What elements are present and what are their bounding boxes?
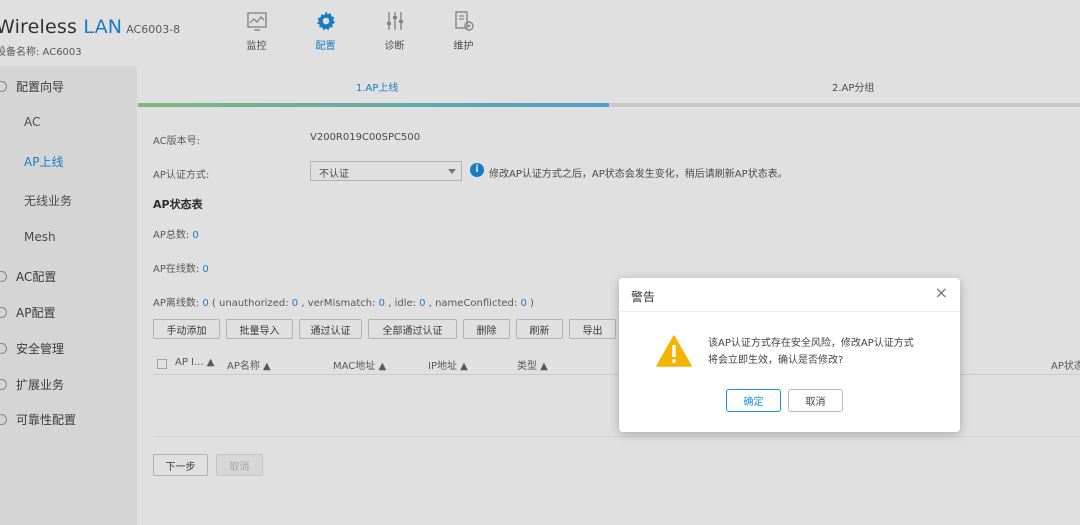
cancel-button[interactable]: 取消	[788, 389, 843, 412]
warning-icon	[656, 335, 692, 367]
close-icon[interactable]: ×	[935, 285, 948, 301]
dialog-header: 警告 ×	[619, 278, 960, 312]
warning-dialog: 警告 × 该AP认证方式存在安全风险，修改AP认证方式将会立即生效，确认是否修改…	[619, 278, 960, 432]
dialog-title: 警告	[631, 290, 656, 304]
modal-overlay	[0, 0, 1080, 525]
dialog-message: 该AP认证方式存在安全风险，修改AP认证方式将会立即生效，确认是否修改?	[708, 338, 914, 366]
confirm-button[interactable]: 确定	[726, 389, 781, 412]
